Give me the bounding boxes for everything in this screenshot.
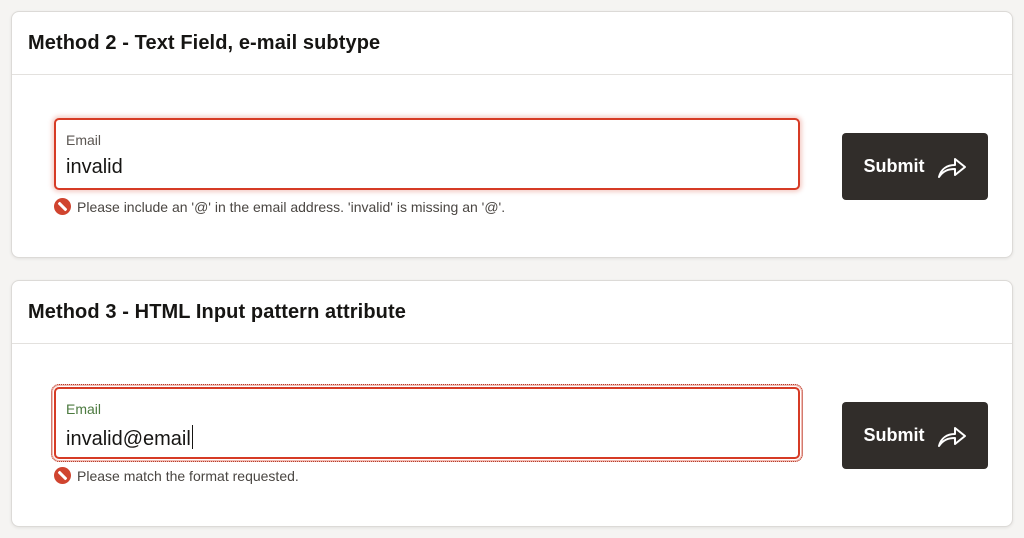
submit-button[interactable]: Submit	[842, 402, 988, 469]
method-2-card: Method 2 - Text Field, e-mail subtype Em…	[11, 11, 1013, 258]
email-field-text: invalid@email	[66, 428, 191, 450]
error-message: Please match the format requested.	[77, 467, 299, 484]
email-field-value[interactable]: invalid	[66, 156, 123, 179]
method-3-card: Method 3 - HTML Input pattern attribute …	[11, 280, 1013, 527]
text-caret	[191, 425, 194, 449]
card-header: Method 3 - HTML Input pattern attribute	[12, 281, 1012, 344]
email-field-label: Email	[66, 132, 102, 148]
card-title: Method 2 - Text Field, e-mail subtype	[28, 31, 381, 54]
submit-button-label: Submit	[863, 425, 925, 445]
submit-button-label: Submit	[863, 156, 925, 176]
error-message: Please include an '@' in the email addre…	[77, 198, 506, 215]
error-circle-icon	[54, 198, 71, 215]
error-circle-icon	[54, 467, 71, 484]
error-message-row: Please match the format requested.	[54, 467, 299, 484]
error-message-row: Please include an '@' in the email addre…	[54, 198, 505, 215]
email-field-label: Email	[66, 401, 102, 417]
email-field[interactable]: Email invalid	[54, 118, 800, 190]
share-arrow-icon	[937, 426, 966, 447]
email-field-value[interactable]: invalid@email	[66, 425, 194, 451]
card-header: Method 2 - Text Field, e-mail subtype	[12, 12, 1012, 75]
share-arrow-icon	[937, 157, 966, 178]
submit-button[interactable]: Submit	[842, 133, 988, 200]
email-field[interactable]: Email invalid@email	[51, 384, 803, 462]
card-title: Method 3 - HTML Input pattern attribute	[28, 300, 406, 323]
